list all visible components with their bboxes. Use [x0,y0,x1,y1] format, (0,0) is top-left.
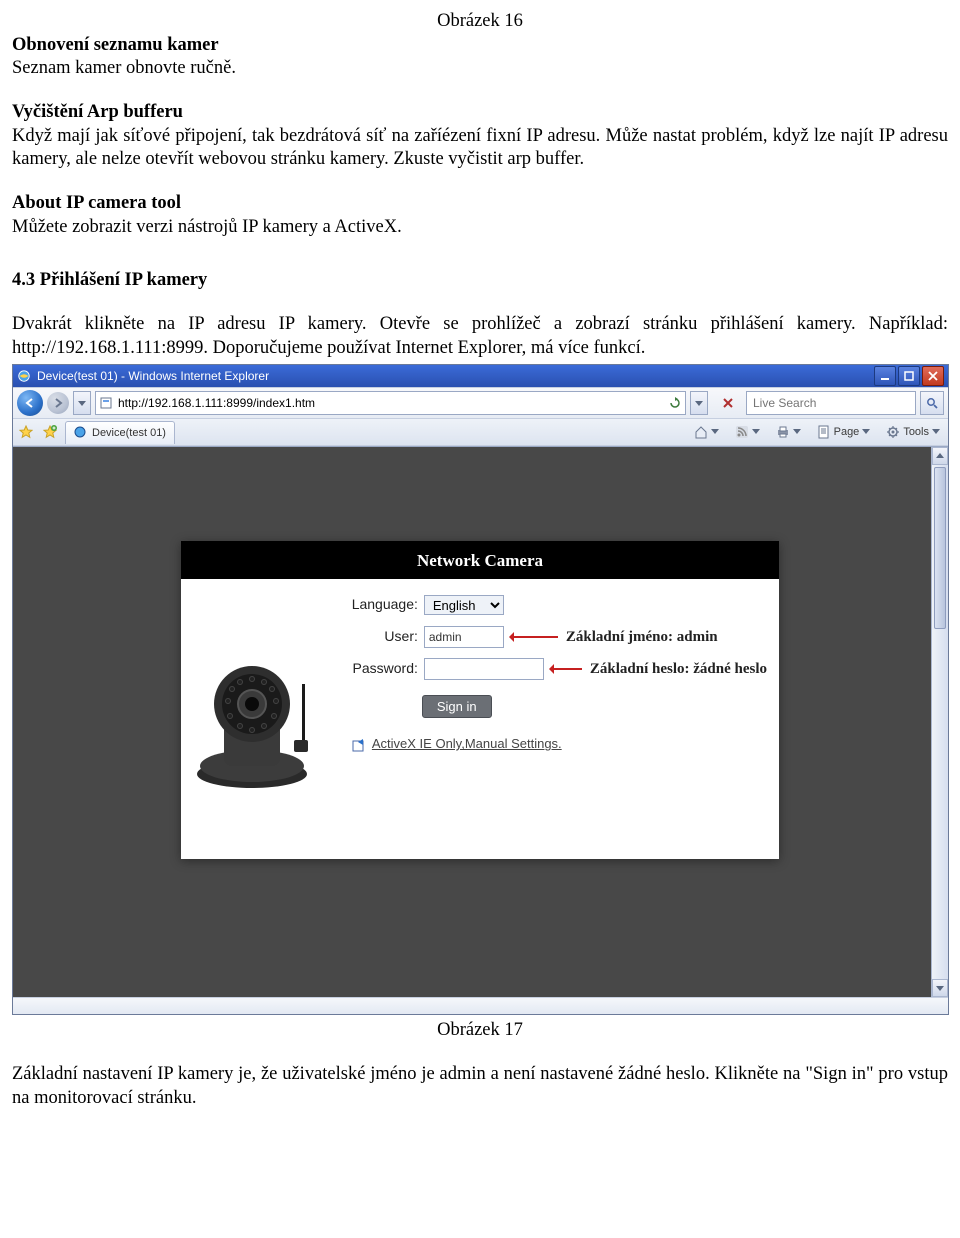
add-favorite-icon[interactable] [41,423,59,441]
text-default-settings: Základní nastavení IP kamery je, že uživ… [12,1063,948,1110]
nav-toolbar [13,387,948,419]
password-label: Password: [334,660,424,678]
annotation-password: Základní heslo: žádné heslo [590,660,767,679]
heading-arp-buffer: Vyčištění Arp bufferu [12,101,948,125]
refresh-icon[interactable] [669,397,681,409]
print-button[interactable] [772,423,805,441]
forward-button[interactable] [47,392,69,414]
vertical-scrollbar[interactable] [931,447,948,997]
maximize-button[interactable] [898,366,920,386]
login-header: Network Camera [181,541,779,579]
text-login-camera: Dvakrát klikněte na IP adresu IP kamery.… [12,313,948,360]
chevron-down-icon [711,425,719,439]
figure-caption-17: Obrázek 17 [12,1019,948,1043]
signin-button[interactable]: Sign in [422,695,492,718]
activex-note-text: ActiveX IE Only,Manual Settings. [372,736,562,753]
address-bar[interactable] [95,391,686,415]
favorites-star-icon[interactable] [17,423,35,441]
tab-toolbar: Device(test 01) Page Tools [13,419,948,446]
minimize-button[interactable] [874,366,896,386]
feeds-button[interactable] [731,423,764,441]
user-label: User: [334,628,424,646]
scroll-thumb[interactable] [934,467,946,629]
annotation-user: Základní jméno: admin [566,628,718,647]
url-input[interactable] [116,395,665,411]
chevron-down-icon [752,425,760,439]
nav-history-dropdown[interactable] [73,391,91,415]
page-menu-label: Page [834,425,860,439]
text-refresh-list: Seznam kamer obnovte ručně. [12,57,948,81]
tab-label: Device(test 01) [92,426,166,440]
figure-caption-16: Obrázek 16 [12,10,948,34]
search-box[interactable] [746,391,916,415]
ie-icon [17,369,31,383]
user-input[interactable] [424,626,504,648]
status-bar [13,997,948,1014]
language-label: Language: [334,596,424,614]
scroll-down-button[interactable] [932,979,948,997]
page-menu[interactable]: Page [813,423,875,441]
page-favicon [100,397,112,409]
search-input[interactable] [751,395,911,411]
back-button[interactable] [17,390,43,416]
browser-tab[interactable]: Device(test 01) [65,421,175,444]
camera-image [181,579,334,859]
activex-note[interactable]: ActiveX IE Only,Manual Settings. [352,736,767,753]
heading-login-camera: 4.3 Přihlášení IP kamery [12,269,948,293]
page-viewport: Network Camera [13,446,948,997]
annotation-arrow [552,668,582,670]
scroll-up-button[interactable] [932,447,948,465]
chevron-down-icon [793,425,801,439]
heading-refresh-list: Obnovení seznamu kamer [12,34,948,58]
tools-menu-label: Tools [903,425,929,439]
home-button[interactable] [690,423,723,441]
tools-menu[interactable]: Tools [882,423,944,441]
search-button[interactable] [920,391,944,415]
language-select[interactable]: English [424,595,504,615]
text-about-tool: Můžete zobrazit verzi nástrojů IP kamery… [12,216,948,240]
login-panel: Network Camera [181,541,779,859]
password-input[interactable] [424,658,544,680]
address-dropdown[interactable] [690,391,708,415]
chevron-down-icon [932,425,940,439]
window-title: Device(test 01) - Windows Internet Explo… [37,369,874,384]
text-arp-buffer: Když mají jak síťové připojení, tak bezd… [12,125,948,172]
chevron-down-icon [862,425,870,439]
close-button[interactable] [922,366,944,386]
titlebar: Device(test 01) - Windows Internet Explo… [13,365,948,387]
tab-favicon [74,426,88,440]
browser-window: Device(test 01) - Windows Internet Explo… [12,364,949,1015]
heading-about-tool: About IP camera tool [12,192,948,216]
stop-icon[interactable] [722,397,734,409]
annotation-arrow [512,636,558,638]
